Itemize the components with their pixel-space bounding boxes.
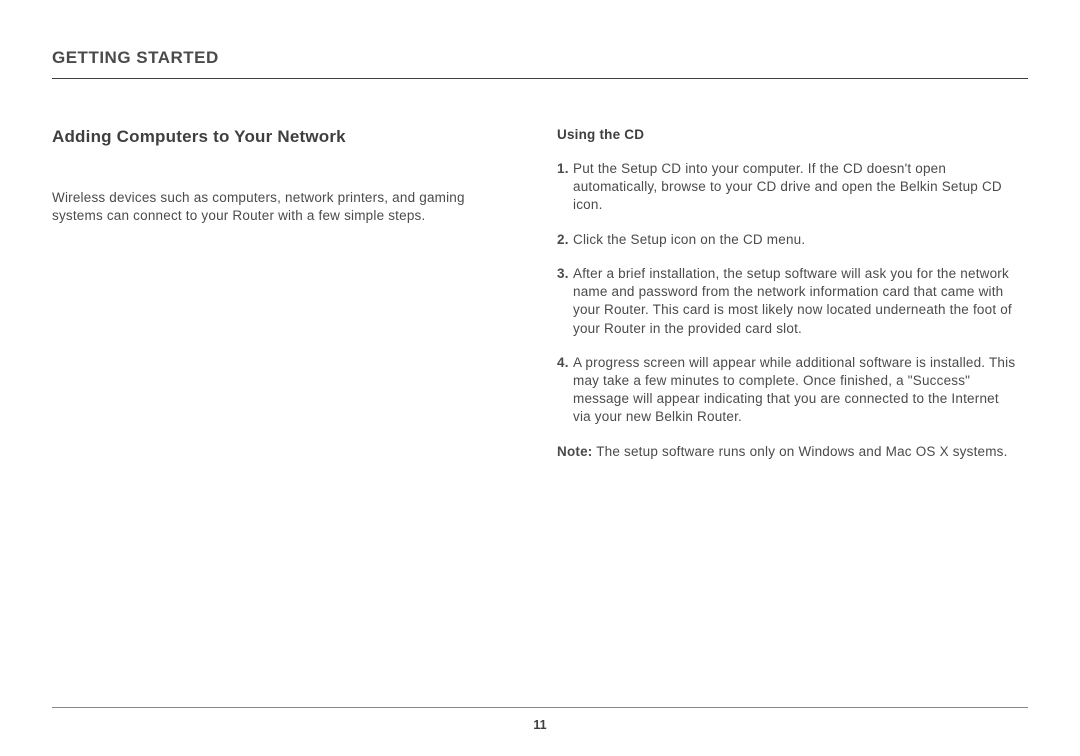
manual-page: GETTING STARTED Adding Computers to Your… (0, 0, 1080, 756)
step-text: Click the Setup icon on the CD menu. (573, 231, 1018, 249)
step-text: A progress screen will appear while addi… (573, 354, 1018, 427)
step-number: 1. (557, 160, 573, 215)
step-item: 4. A progress screen will appear while a… (557, 354, 1018, 427)
step-item: 2. Click the Setup icon on the CD menu. (557, 231, 1018, 249)
page-number: 11 (0, 718, 1080, 732)
step-number: 2. (557, 231, 573, 249)
content-columns: Adding Computers to Your Network Wireles… (52, 127, 1028, 461)
note-label: Note: (557, 444, 593, 459)
steps-list: 1. Put the Setup CD into your computer. … (557, 160, 1018, 427)
section-header: GETTING STARTED (52, 48, 1028, 79)
footer-divider (52, 707, 1028, 708)
step-item: 3. After a brief installation, the setup… (557, 265, 1018, 338)
step-text: Put the Setup CD into your computer. If … (573, 160, 1018, 215)
step-number: 3. (557, 265, 573, 338)
left-column: Adding Computers to Your Network Wireles… (52, 127, 497, 461)
step-text: After a brief installation, the setup so… (573, 265, 1018, 338)
note-body: The setup software runs only on Windows … (593, 444, 1008, 459)
subsection-title: Adding Computers to Your Network (52, 127, 497, 147)
step-number: 4. (557, 354, 573, 427)
using-cd-heading: Using the CD (557, 127, 1018, 142)
right-column: Using the CD 1. Put the Setup CD into yo… (557, 127, 1028, 461)
intro-text: Wireless devices such as computers, netw… (52, 189, 497, 225)
note-text: Note: The setup software runs only on Wi… (557, 443, 1018, 461)
step-item: 1. Put the Setup CD into your computer. … (557, 160, 1018, 215)
